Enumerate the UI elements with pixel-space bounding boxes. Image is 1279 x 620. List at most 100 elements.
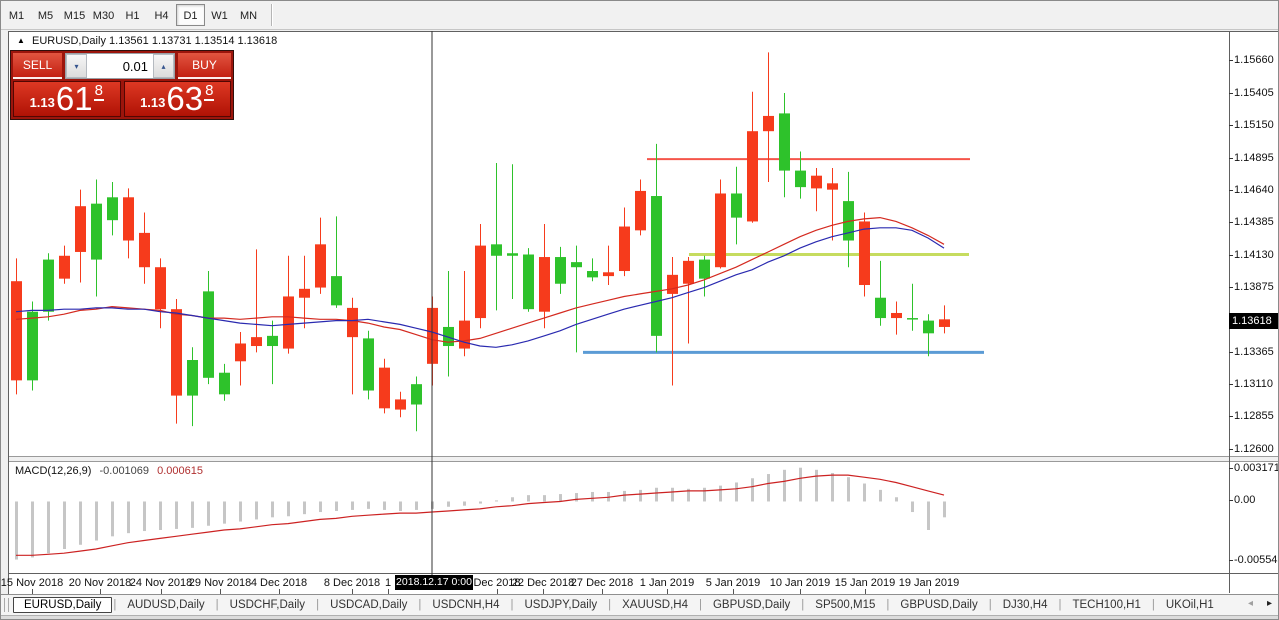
timeframe-toolbar: M1M5M15M30H1H4D1W1MN (1, 1, 1278, 30)
price-tick-mark (1229, 352, 1233, 353)
buy-price-main: 63 (166, 84, 203, 114)
date-tick-label: 24 Nov 2018 (130, 577, 192, 589)
chart-left-border (8, 31, 9, 594)
price-tick-label: 1.14640 (1234, 183, 1274, 197)
chart-symbol: EURUSD,Daily (32, 35, 106, 47)
chart-tab-sp500-m15[interactable]: SP500,M15 (805, 598, 885, 612)
chart-tab-ukoil-h1[interactable]: UKOil,H1 (1156, 598, 1224, 612)
timeframe-button-m15[interactable]: M15 (60, 4, 89, 26)
price-tick-label: 1.15150 (1234, 118, 1274, 132)
macd-signal-value: 0.000615 (157, 465, 203, 477)
crosshair-date-label: 2018.12.17 0:00 (395, 575, 473, 590)
price-tick-mark (1229, 416, 1233, 417)
ohlc-open: 1.13561 (109, 35, 149, 47)
status-strip (1, 615, 1278, 620)
date-tick-label: 5 Jan 2019 (706, 577, 760, 589)
price-tick-label: 1.13110 (1234, 377, 1273, 391)
sell-button[interactable]: SELL (13, 53, 62, 79)
buy-price-pip: 8 (204, 82, 214, 101)
date-tick-label: 1 Jan 2019 (640, 577, 694, 589)
chart-tab-audusd-daily[interactable]: AUDUSD,Daily (117, 598, 214, 612)
macd-tick-label: 0.003171 (1234, 461, 1279, 475)
price-tick-mark (1229, 255, 1233, 256)
price-tick-label: 1.13875 (1234, 280, 1274, 294)
volume-increase-button[interactable]: ▴ (153, 54, 174, 78)
macd-tick-label: 0.00 (1234, 493, 1255, 507)
sell-price-prefix: 1.13 (30, 95, 55, 110)
ohlc-low: 1.13514 (195, 35, 235, 47)
one-click-trade-widget: SELL ▾ 0.01 ▴ BUY 1.13 61 8 1.13 63 8 (10, 50, 234, 120)
volume-input[interactable]: 0.01 (87, 54, 153, 78)
macd-title: MACD(12,26,9) (15, 465, 91, 477)
tab-scroll-right-icon[interactable]: ▸ (1267, 598, 1272, 609)
date-tick-label: 19 Jan 2019 (899, 577, 960, 589)
ohlc-high: 1.13731 (152, 35, 192, 47)
timeframe-button-w1[interactable]: W1 (205, 4, 234, 26)
chart-tab-dj30-h4[interactable]: DJ30,H4 (993, 598, 1058, 612)
chart-tab-usdcnh-h4[interactable]: USDCNH,H4 (422, 598, 509, 612)
timeframe-button-mn[interactable]: MN (234, 4, 263, 26)
price-tick-label: 1.14385 (1234, 215, 1274, 229)
macd-tick-label: -0.005543 (1234, 553, 1279, 567)
date-tick-label: 15 Nov 2018 (1, 577, 63, 589)
macd-indicator-label: MACD(12,26,9) -0.001069 0.000615 (15, 465, 203, 477)
price-tick-label: 1.13365 (1234, 345, 1274, 359)
chart-tab-xauusd-h4[interactable]: XAUUSD,H4 (612, 598, 698, 612)
mt4-trading-window: M1M5M15M30H1H4D1W1MN ▲ EURUSD,Daily 1.13… (0, 0, 1279, 620)
price-tick-mark (1229, 125, 1233, 126)
date-tick-label: 4 Dec 2018 (251, 577, 307, 589)
timeframe-button-h1[interactable]: H1 (118, 4, 147, 26)
timeframe-button-h4[interactable]: H4 (147, 4, 176, 26)
chart-tab-eurusd-daily[interactable]: EURUSD,Daily (13, 597, 112, 613)
price-tick-mark (1229, 384, 1233, 385)
tabbar-grip-icon (4, 598, 9, 612)
price-tick-mark (1229, 60, 1233, 61)
price-tick-label: 1.12855 (1234, 409, 1274, 423)
macd-panel[interactable] (9, 462, 1229, 573)
price-tick-label: 1.15660 (1234, 53, 1274, 67)
macd-tick-mark (1229, 468, 1233, 469)
price-tick-mark (1229, 287, 1233, 288)
timeframe-button-m5[interactable]: M5 (31, 4, 60, 26)
timeframe-button-d1[interactable]: D1 (176, 4, 205, 26)
sell-price-display[interactable]: 1.13 61 8 (13, 81, 121, 117)
volume-decrease-button[interactable]: ▾ (66, 54, 87, 78)
macd-tick-mark (1229, 500, 1233, 501)
timeframe-button-m1[interactable]: M1 (2, 4, 31, 26)
chart-tab-tech100-h1[interactable]: TECH100,H1 (1062, 598, 1150, 612)
chart-tab-usdchf-daily[interactable]: USDCHF,Daily (220, 598, 315, 612)
date-tick-label: 20 Nov 2018 (69, 577, 131, 589)
macd-bottom-border (9, 573, 1279, 574)
price-tick-mark (1229, 449, 1233, 450)
buy-price-prefix: 1.13 (140, 95, 165, 110)
volume-spinner: ▾ 0.01 ▴ (65, 53, 175, 79)
chart-tab-gbpusd-daily[interactable]: GBPUSD,Daily (890, 598, 987, 612)
price-tick-label: 1.14895 (1234, 151, 1274, 165)
price-tick-label: 1.14130 (1234, 248, 1274, 262)
date-tick-label: 15 Jan 2019 (835, 577, 896, 589)
price-tick-label: 1.15405 (1234, 86, 1274, 100)
macd-main-value: -0.001069 (99, 465, 149, 477)
date-tick-label: 22 Dec 2018 (512, 577, 574, 589)
macd-tick-mark (1229, 560, 1233, 561)
buy-price-display[interactable]: 1.13 63 8 (124, 81, 232, 117)
date-tick-label: 29 Nov 2018 (189, 577, 251, 589)
date-tick-label: 27 Dec 2018 (571, 577, 633, 589)
chart-tab-usdcad-daily[interactable]: USDCAD,Daily (320, 598, 417, 612)
chart-tab-usdjpy-daily[interactable]: USDJPY,Daily (514, 598, 607, 612)
buy-button[interactable]: BUY (178, 53, 231, 79)
current-price-tag: 1.13618 (1229, 313, 1279, 329)
timeframe-button-m30[interactable]: M30 (89, 4, 118, 26)
price-tick-mark (1229, 93, 1233, 94)
sell-price-main: 61 (56, 84, 93, 114)
toolbar-separator (271, 4, 273, 26)
chart-top-border (9, 31, 1279, 32)
chart-tab-bar: EURUSD,Daily|AUDUSD,Daily|USDCHF,Daily|U… (1, 594, 1278, 615)
price-tick-label: 1.12600 (1234, 442, 1274, 456)
collapse-triangle-icon[interactable]: ▲ (17, 36, 25, 45)
chart-tab-gbpusd-daily[interactable]: GBPUSD,Daily (703, 598, 800, 612)
chart-title: ▲ EURUSD,Daily 1.13561 1.13731 1.13514 1… (17, 35, 277, 47)
date-tick-label: 1 (385, 577, 391, 589)
tab-scroll-left-icon[interactable]: ◂ (1248, 598, 1253, 609)
date-tick-label: 8 Dec 2018 (324, 577, 380, 589)
